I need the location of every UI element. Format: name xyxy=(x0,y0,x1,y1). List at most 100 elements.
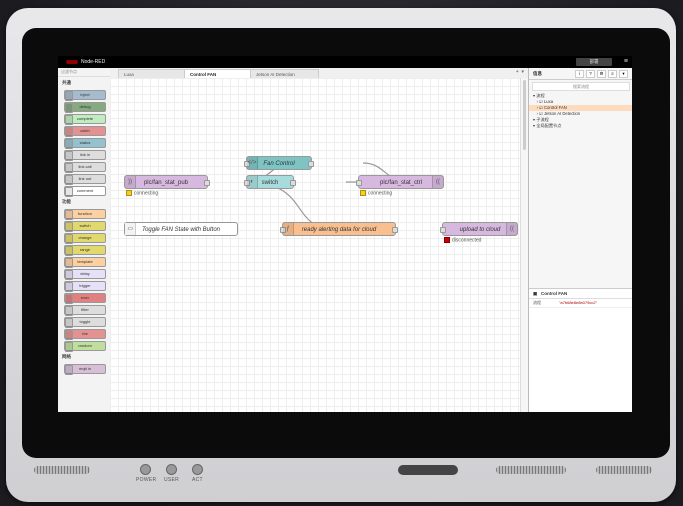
palette-node[interactable]: debug xyxy=(64,102,106,113)
palette-node-label: toggle xyxy=(79,319,91,324)
node-label: upload to cloud xyxy=(459,227,501,233)
palette-node[interactable]: link in xyxy=(64,150,106,161)
hamburger-icon[interactable]: ≡ xyxy=(624,58,628,65)
output-port[interactable] xyxy=(392,227,398,233)
palette-node-label: change xyxy=(78,235,92,240)
info-panel: ▣ Control FAN 流程 "a7b68e8e8b079cc2" xyxy=(529,288,632,412)
node-label: ready alerting data for cloud xyxy=(301,227,377,233)
info-row: 流程 "a7b68e8e8b079cc2" xyxy=(529,299,632,308)
output-port[interactable] xyxy=(290,180,296,186)
node-red-screen: Node-RED 部署 ≡ 过滤节点 共通 inject debug complete… xyxy=(58,56,632,412)
palette-node[interactable]: link out xyxy=(64,174,106,185)
led-label-power: POWER xyxy=(136,477,157,483)
context-icon[interactable]: ≡ xyxy=(608,70,617,78)
node-plc-fan-stat-pub[interactable]: )) plc/fan_stat_pub xyxy=(124,175,210,189)
palette-node[interactable]: trigger xyxy=(64,281,106,292)
palette-node-icon xyxy=(65,258,73,268)
palette-node-label: debug xyxy=(79,104,91,109)
palette-category[interactable]: 功能 xyxy=(58,196,110,207)
flow-canvas[interactable]: )) plc/fan_stat_pub connecting </> Fan C… xyxy=(110,78,520,412)
palette-node[interactable]: status xyxy=(64,138,106,149)
palette-node-icon xyxy=(65,127,73,137)
palette-node[interactable]: filter xyxy=(64,305,106,316)
app-logo: Node-RED xyxy=(66,59,105,65)
node-fan-control[interactable]: </> Fan Control xyxy=(244,156,314,170)
deploy-button[interactable]: 部署 xyxy=(576,58,612,66)
flow-wires xyxy=(245,162,494,230)
palette-body: 共通 inject debug complete catch status link in l… xyxy=(58,77,110,375)
palette-node[interactable]: toggle xyxy=(64,317,106,328)
palette-node-label: link out xyxy=(78,176,92,181)
palette-node[interactable]: function xyxy=(64,209,106,220)
palette-node[interactable]: range xyxy=(64,245,106,256)
palette-node[interactable]: random xyxy=(64,341,106,352)
output-port[interactable] xyxy=(204,180,210,186)
palette-node-label: catch xyxy=(80,128,90,133)
function-icon: ƒ xyxy=(283,223,294,235)
mqtt-out-icon: (( xyxy=(432,176,443,188)
node-comment[interactable]: ▭ Toggle FAN State with Button xyxy=(124,222,238,236)
palette-node-label: switch xyxy=(79,223,91,228)
palette-node-icon xyxy=(65,282,73,292)
palette-node[interactable]: rbe xyxy=(64,329,106,340)
palette-node[interactable]: mqtt in xyxy=(64,364,106,375)
palette-node-icon xyxy=(65,222,73,232)
palette-node-label: range xyxy=(79,247,91,252)
palette-node[interactable]: comment xyxy=(64,186,106,197)
node-status: disconnected xyxy=(444,237,481,243)
palette-node[interactable]: catch xyxy=(64,126,106,137)
output-port[interactable] xyxy=(308,161,314,167)
palette-node[interactable]: complete xyxy=(64,114,106,125)
config-icon[interactable]: ⚙ xyxy=(597,70,606,78)
speaker-grill-mid xyxy=(496,466,566,474)
palette-category[interactable]: 网络 xyxy=(58,351,110,362)
node-label: switch xyxy=(261,180,279,186)
palette-node[interactable]: delay xyxy=(64,269,106,280)
palette-node-label: mqtt in xyxy=(78,366,91,371)
mqtt-in-icon: )) xyxy=(125,176,136,188)
power-led xyxy=(140,464,151,475)
scrollbar-thumb[interactable] xyxy=(523,80,526,150)
palette-node[interactable]: template xyxy=(64,257,106,268)
palette-node[interactable]: inject xyxy=(64,90,106,101)
help-icon[interactable]: ? xyxy=(586,70,595,78)
palette-node-icon xyxy=(65,270,73,280)
palette-node[interactable]: change xyxy=(64,233,106,244)
palette-node[interactable]: exec xyxy=(64,293,106,304)
chevron-down-icon[interactable]: ▾ xyxy=(619,70,628,78)
palette-category[interactable]: 共通 xyxy=(58,77,110,88)
palette-node-icon xyxy=(65,330,73,340)
palette-search-input[interactable]: 过滤节点 xyxy=(58,68,110,77)
node-label: Toggle FAN State with Button xyxy=(141,227,221,233)
palette-node-label: comment xyxy=(76,188,94,193)
node-upload-to-cloud[interactable]: upload to cloud (( xyxy=(440,222,518,236)
palette-node-label: delay xyxy=(80,271,90,276)
speaker-grill-left xyxy=(34,466,90,474)
palette-node[interactable]: switch xyxy=(64,221,106,232)
info-title: ▣ Control FAN xyxy=(529,289,632,299)
palette-node-icon xyxy=(65,318,73,328)
node-palette: 过滤节点 共通 inject debug complete catch status lin… xyxy=(58,68,111,412)
sidebar-tab-info[interactable]: 信息 xyxy=(533,68,542,79)
node-red-logo-icon xyxy=(66,59,78,64)
palette-node[interactable]: link call xyxy=(64,162,106,173)
node-label: plc/fan_stat_pub xyxy=(143,180,189,186)
input-port[interactable] xyxy=(356,180,362,186)
flow-tree-item[interactable]: ▾ 全局配置节点 xyxy=(529,123,632,129)
node-switch[interactable]: ◐ switch xyxy=(244,175,296,189)
info-icon[interactable]: i xyxy=(575,70,584,78)
device-slot xyxy=(398,465,458,475)
flow-search-input[interactable]: 搜索流程 xyxy=(532,82,630,91)
palette-node-icon xyxy=(65,365,73,375)
led-label-user: USER xyxy=(164,477,180,483)
node-ready-alerting[interactable]: ƒ ready alerting data for cloud xyxy=(280,222,398,236)
palette-node-icon xyxy=(65,139,73,149)
add-tab-icon[interactable]: + ▾ xyxy=(516,69,524,75)
node-plc-fan-stat-ctrl[interactable]: plc/fan_stat_ctrl (( xyxy=(356,175,444,189)
speaker-grill-right xyxy=(596,466,652,474)
input-port[interactable] xyxy=(440,227,446,233)
app-name: Node-RED xyxy=(81,59,106,65)
comment-icon: ▭ xyxy=(125,223,136,235)
node-status: connecting xyxy=(360,190,392,196)
palette-node-label: template xyxy=(77,259,93,264)
